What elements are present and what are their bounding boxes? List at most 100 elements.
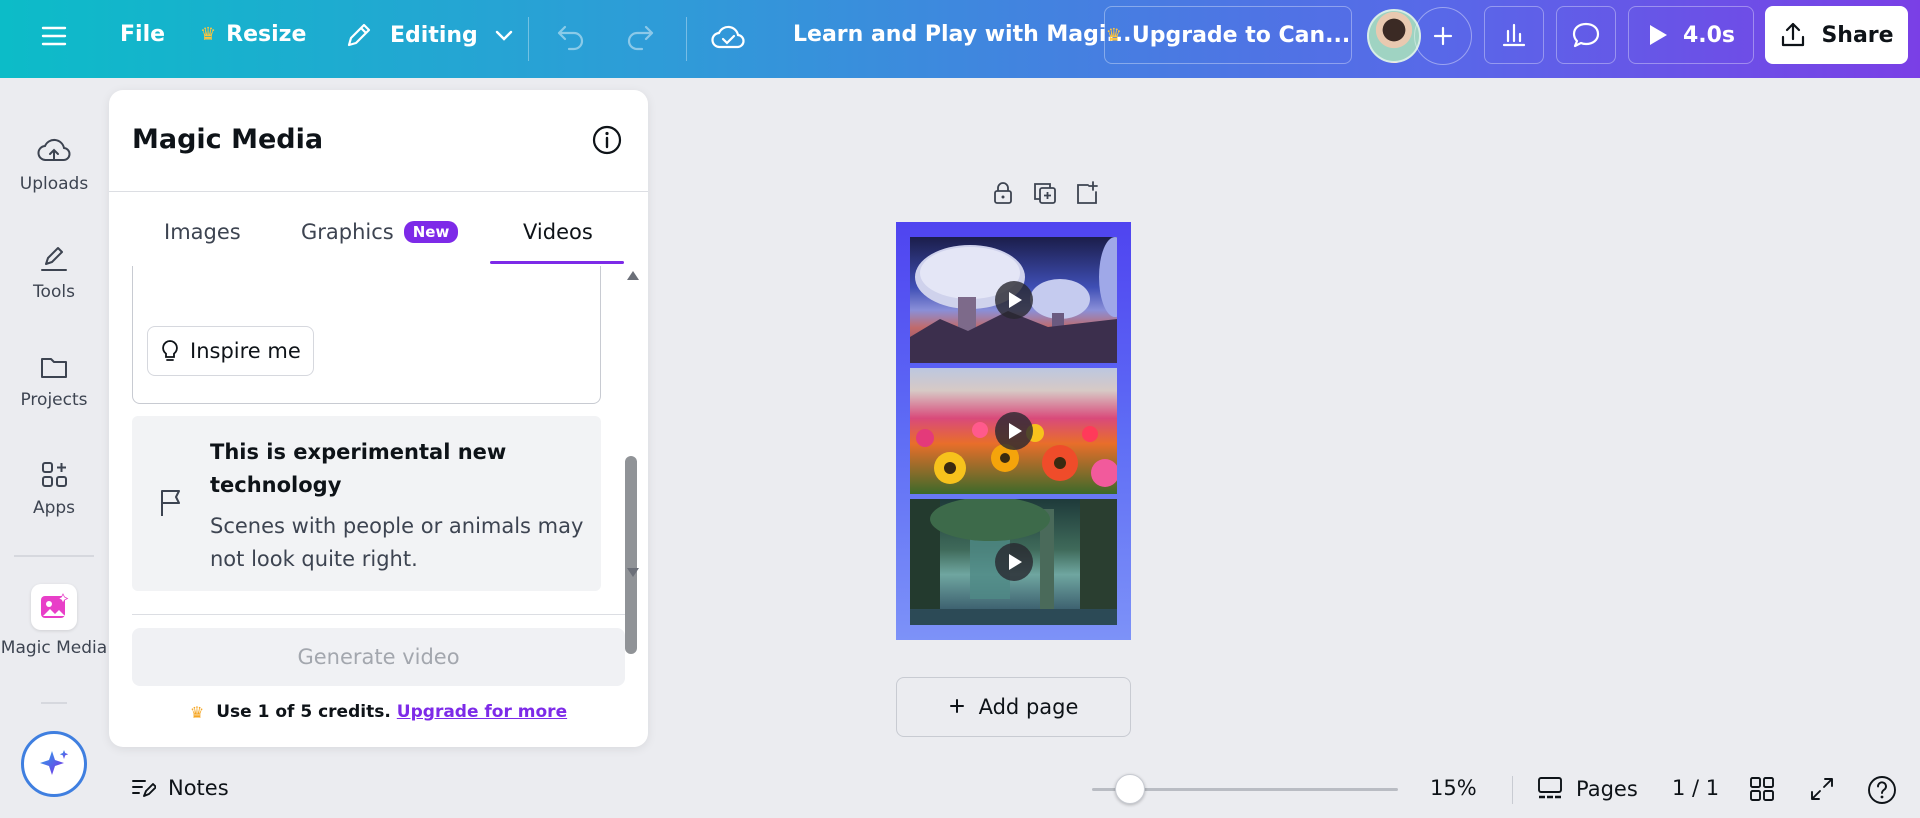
tab-images[interactable]: Images — [164, 220, 241, 244]
undo-icon[interactable] — [555, 23, 587, 51]
notice-title: This is experimental new technology — [210, 440, 507, 497]
cloud-saved-icon[interactable] — [710, 21, 746, 53]
divider — [528, 17, 529, 61]
divider — [41, 702, 67, 704]
divider — [132, 614, 625, 615]
rail-item-projects[interactable]: Projects — [0, 352, 108, 410]
active-tab-indicator — [490, 261, 624, 264]
scroll-down-arrow[interactable] — [627, 568, 639, 577]
play-icon — [1649, 25, 1667, 45]
zoom-slider-handle[interactable] — [1115, 774, 1145, 804]
pages-label: Pages — [1576, 777, 1638, 801]
credits-line: ♛ Use 1 of 5 credits. Upgrade for more — [109, 702, 648, 722]
pen-tools-icon — [41, 247, 67, 271]
play-icon[interactable] — [994, 543, 1033, 581]
zoom-level[interactable]: 15% — [1430, 776, 1477, 800]
resize-button[interactable]: ♛ Resize — [200, 22, 306, 47]
rail-label: Projects — [20, 390, 88, 410]
resize-label: Resize — [226, 22, 307, 47]
rail-item-tools[interactable]: Tools — [0, 244, 108, 302]
panel-scrollbar[interactable] — [624, 266, 639, 654]
share-upload-icon — [1782, 22, 1805, 47]
page-toolbar — [990, 180, 1100, 210]
rail-label: Tools — [33, 282, 75, 302]
redo-icon[interactable] — [624, 23, 656, 51]
scroll-thumb[interactable] — [625, 456, 637, 654]
share-button[interactable]: Share — [1765, 6, 1908, 64]
divider — [14, 555, 94, 557]
add-page-label: Add page — [978, 695, 1079, 719]
rail-label: Uploads — [19, 174, 89, 194]
inspire-me-button[interactable]: Inspire me — [147, 326, 314, 376]
avatar[interactable] — [1367, 9, 1421, 63]
magic-media-icon — [31, 584, 77, 630]
new-badge: New — [403, 221, 459, 243]
experimental-notice: This is experimental new technology Scen… — [132, 416, 601, 591]
sparkle-icon — [40, 750, 69, 775]
help-icon[interactable] — [1866, 774, 1898, 806]
info-icon[interactable] — [591, 124, 623, 160]
add-page-icon[interactable] — [1074, 180, 1100, 210]
play-icon[interactable] — [994, 281, 1033, 319]
divider — [1512, 776, 1513, 804]
notes-label: Notes — [168, 776, 229, 800]
share-label: Share — [1821, 22, 1894, 48]
document-title[interactable]: Learn and Play with Magi... — [793, 22, 1132, 47]
pages-button[interactable]: Pages — [1536, 775, 1638, 803]
rail-label: Apps — [32, 498, 76, 518]
invite-plus-button[interactable] — [1414, 7, 1472, 65]
editing-label: Editing — [390, 22, 478, 48]
generate-video-button[interactable]: Generate video — [132, 628, 625, 686]
design-page[interactable] — [896, 222, 1131, 640]
upgrade-label: Upgrade to Can... — [1131, 22, 1351, 48]
play-icon[interactable] — [994, 412, 1033, 450]
tab-graphics[interactable]: Graphics New — [301, 220, 459, 244]
plus-icon — [949, 695, 965, 719]
present-button[interactable]: 4.0s — [1628, 6, 1754, 64]
plus-icon — [1433, 26, 1453, 46]
fullscreen-icon[interactable] — [1808, 775, 1836, 803]
inspire-label: Inspire me — [190, 339, 301, 363]
tab-label: Images — [164, 220, 241, 244]
bottom-bar: Notes 15% Pages 1 / 1 — [108, 766, 1920, 818]
magic-ai-button[interactable] — [21, 731, 87, 797]
rail-item-uploads[interactable]: Uploads — [0, 136, 108, 194]
pencil-icon — [344, 20, 374, 50]
panel-title: Magic Media — [132, 124, 324, 155]
notes-icon — [132, 780, 156, 797]
apps-grid-icon — [42, 462, 67, 487]
scroll-up-arrow[interactable] — [627, 271, 639, 280]
page-count[interactable]: 1 / 1 — [1672, 776, 1719, 800]
video-thumbnail-alien-planet[interactable] — [910, 237, 1117, 363]
crown-icon: ♛ — [189, 702, 205, 722]
tab-videos[interactable]: Videos — [523, 220, 593, 244]
divider — [686, 17, 687, 61]
prompt-textarea[interactable]: Inspire me — [132, 266, 601, 404]
lock-icon[interactable] — [990, 180, 1016, 210]
upgrade-link[interactable]: Upgrade for more — [397, 702, 567, 722]
cloud-upload-icon — [37, 138, 71, 161]
notes-button[interactable]: Notes — [130, 776, 229, 800]
lightbulb-icon — [162, 340, 178, 361]
menu-icon[interactable] — [40, 24, 68, 48]
comments-button[interactable] — [1556, 6, 1616, 64]
editing-mode-button[interactable]: Editing — [344, 20, 514, 50]
rail-item-apps[interactable]: Apps — [0, 460, 108, 518]
rail-item-magic-media[interactable]: Magic Media — [0, 584, 108, 658]
add-page-button[interactable]: Add page — [896, 677, 1131, 737]
video-thumbnail-fantasy-forest[interactable] — [910, 499, 1117, 625]
pages-icon — [1538, 777, 1562, 799]
magic-media-panel: Magic Media Images Graphics New Videos I… — [109, 90, 648, 747]
duplicate-page-icon[interactable] — [1032, 180, 1058, 210]
video-thumbnail-flower-field[interactable] — [910, 368, 1117, 494]
divider — [109, 191, 648, 192]
left-rail: Uploads Tools Projects Apps Magic Media — [0, 78, 108, 818]
file-menu[interactable]: File — [120, 22, 165, 47]
bar-chart-icon — [1502, 23, 1526, 47]
insights-button[interactable] — [1484, 6, 1544, 64]
comment-icon — [1572, 22, 1600, 48]
grid-view-icon[interactable] — [1748, 775, 1776, 803]
crown-icon: ♛ — [1105, 24, 1122, 46]
upgrade-button[interactable]: ♛ Upgrade to Can... — [1104, 6, 1352, 64]
chevron-down-icon — [494, 28, 514, 42]
